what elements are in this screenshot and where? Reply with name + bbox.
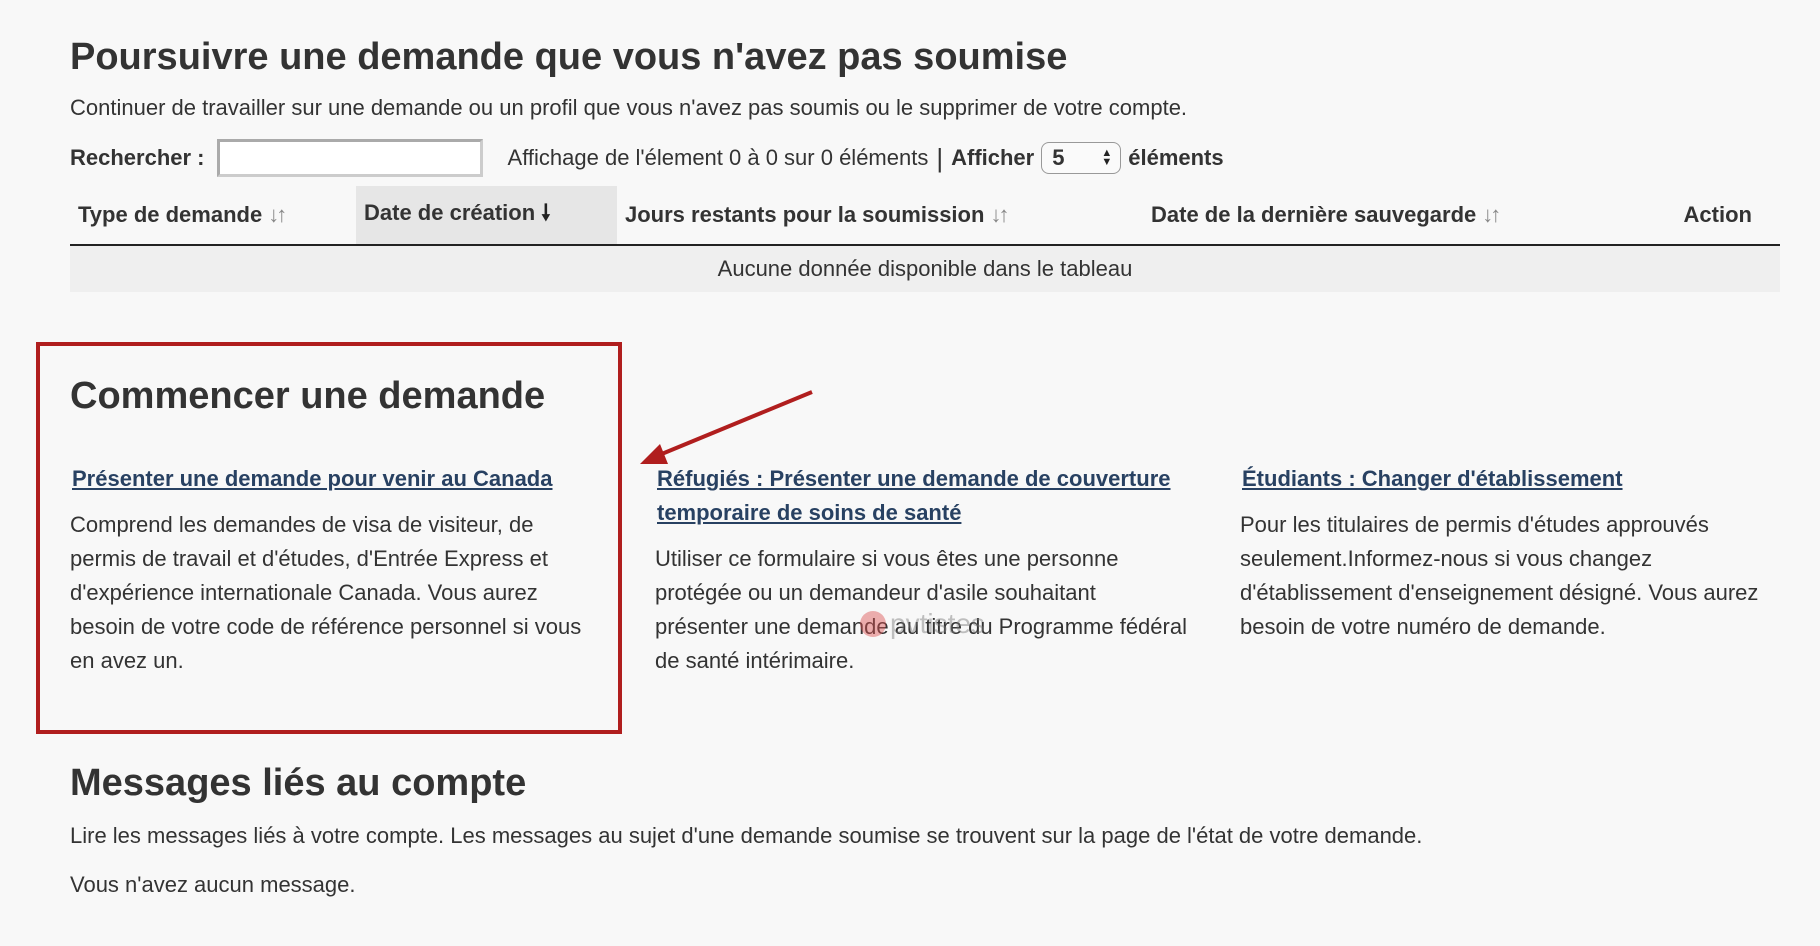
link-refugees-health-coverage[interactable]: Réfugiés : Présenter une demande de couv…	[655, 462, 1190, 530]
watermark-text: pvtistes	[890, 608, 985, 639]
sort-icon: ↓↑	[268, 202, 287, 227]
page-size-value: 5	[1052, 145, 1065, 170]
column-label: Date de création	[364, 200, 536, 225]
card-come-to-canada: Présenter une demande pour venir au Cana…	[70, 462, 605, 679]
column-label: Jours restants pour la soumission	[625, 202, 985, 227]
column-header-days-remaining[interactable]: Jours restants pour la soumission ↓↑	[617, 186, 1143, 246]
sort-icon: ↓↑	[990, 202, 1009, 227]
start-section-title: Commencer une demande	[70, 375, 546, 417]
card-refugees-health: Réfugiés : Présenter une demande de couv…	[655, 462, 1190, 679]
table-header-row: Type de demande ↓↑ Date de création 🠗 Jour…	[70, 186, 1780, 246]
continue-section-description: Continuer de travailler sur une demande …	[70, 95, 1188, 120]
column-header-action: Action	[1637, 186, 1780, 246]
account-messages-section: Messages liés au compte Lire les message…	[70, 762, 1780, 901]
column-label: Type de demande	[78, 202, 263, 227]
link-students-change-school[interactable]: Étudiants : Changer d'établissement	[1240, 462, 1780, 496]
separator: |	[936, 142, 944, 173]
card-description: Comprend les demandes de visa de visiteu…	[70, 512, 582, 674]
link-apply-come-to-canada[interactable]: Présenter une demande pour venir au Cana…	[70, 462, 605, 496]
page-size-select[interactable]: 5 ▲ ▼	[1041, 142, 1122, 174]
watermark-logo-icon	[860, 611, 886, 637]
column-header-type[interactable]: Type de demande ↓↑	[70, 186, 356, 246]
application-cards: Présenter une demande pour venir au Cana…	[70, 462, 1780, 679]
table-controls: Rechercher : Affichage de l'élement 0 à …	[70, 136, 1780, 180]
card-description: Pour les titulaires de permis d'études a…	[1240, 512, 1759, 640]
column-header-creation-date[interactable]: Date de création 🠗	[356, 186, 617, 246]
messages-section-title: Messages liés au compte	[70, 762, 527, 804]
messages-description: Lire les messages liés à votre compte. L…	[70, 823, 1423, 848]
card-students-change-school: Étudiants : Changer d'établissement Pour…	[1240, 462, 1780, 679]
continue-section-title: Poursuivre une demande que vous n'avez p…	[70, 36, 1068, 78]
applications-table: Type de demande ↓↑ Date de création 🠗 Jour…	[70, 186, 1780, 292]
items-label: éléments	[1128, 145, 1224, 170]
column-header-last-saved[interactable]: Date de la dernière sauvegarde ↓↑	[1143, 186, 1638, 246]
search-input[interactable]	[216, 139, 483, 177]
column-label: Date de la dernière sauvegarde	[1151, 202, 1477, 227]
select-arrows-icon: ▲ ▼	[1101, 147, 1113, 168]
search-label: Rechercher :	[70, 145, 205, 170]
sort-icon: ↓↑	[1482, 202, 1501, 227]
continue-application-section: Poursuivre une demande que vous n'avez p…	[70, 36, 1780, 292]
page-size-label: Afficher	[951, 145, 1035, 170]
empty-table-message: Aucune donnée disponible dans le tableau	[70, 245, 1780, 292]
table-info-text: Affichage de l'élement 0 à 0 sur 0 éléme…	[507, 145, 929, 170]
watermark: pvtistes	[860, 608, 985, 640]
no-messages-text: Vous n'avez aucun message.	[70, 872, 356, 897]
table-row: Aucune donnée disponible dans le tableau	[70, 245, 1780, 292]
sort-descending-icon: 🠗	[541, 200, 551, 225]
